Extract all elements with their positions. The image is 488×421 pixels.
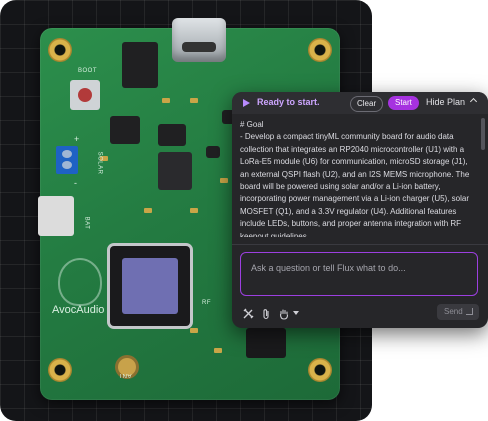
attachment-icon[interactable] — [260, 307, 272, 320]
silk-solar: SOLAR — [96, 151, 103, 175]
silk-minus: - — [74, 178, 78, 188]
mounting-hole — [48, 358, 72, 382]
boot-button — [70, 80, 100, 110]
battery-connector — [38, 196, 74, 236]
plan-heading: # Goal — [240, 120, 264, 129]
smd-part — [162, 98, 170, 103]
enter-icon — [466, 308, 473, 315]
silk-ant: ANT — [118, 372, 132, 378]
solar-terminal — [56, 146, 78, 174]
smd-part — [190, 98, 198, 103]
tools-icon[interactable] — [242, 307, 254, 319]
silk-boot-label: BOOT — [78, 68, 98, 74]
start-button[interactable]: Start — [388, 96, 419, 110]
chevron-down-icon[interactable] — [293, 311, 299, 315]
silk-rf: RF — [202, 300, 211, 306]
chat-input[interactable] — [249, 259, 473, 277]
smd-part — [220, 178, 228, 183]
chip-u1 — [158, 152, 192, 190]
send-label: Send — [444, 307, 463, 316]
plan-body: - Develop a compact tinyML community boa… — [240, 132, 470, 237]
flux-panel: Ready to start. Clear Start Hide Plan # … — [232, 92, 488, 328]
mounting-hole — [48, 38, 72, 62]
chat-input-box[interactable] — [240, 252, 478, 296]
plan-text: # Goal - Develop a compact tinyML commun… — [240, 119, 476, 237]
chip-u4 — [158, 124, 186, 146]
clear-button[interactable]: Clear — [350, 96, 384, 112]
chip-u5 — [206, 146, 220, 158]
mounting-hole — [308, 38, 332, 62]
microphone-logo-icon — [58, 258, 102, 306]
silk-plus: + — [74, 134, 80, 144]
toolbar — [242, 306, 299, 320]
smd-part — [190, 328, 198, 333]
hand-icon[interactable] — [278, 307, 290, 320]
chip-u2 — [110, 116, 140, 144]
lora-module — [110, 246, 190, 326]
silk-bat: BAT — [83, 216, 90, 230]
plan-scrollbar[interactable] — [481, 118, 485, 150]
hide-plan-button[interactable]: Hide Plan — [426, 97, 465, 107]
chevron-up-icon[interactable] — [469, 97, 478, 106]
usb-connector — [172, 18, 226, 62]
smd-part — [214, 348, 222, 353]
status-text: Ready to start. — [257, 97, 320, 107]
play-icon[interactable] — [243, 99, 250, 107]
panel-header: Ready to start. Clear Start Hide Plan — [232, 92, 488, 114]
mounting-hole — [308, 358, 332, 382]
sd-card-slot — [246, 328, 286, 358]
chip-u6 — [122, 42, 158, 88]
smd-part — [144, 208, 152, 213]
brand-label: AvocAudio — [52, 304, 105, 316]
send-button[interactable]: Send — [437, 304, 479, 320]
divider — [232, 244, 488, 245]
smd-part — [190, 208, 198, 213]
